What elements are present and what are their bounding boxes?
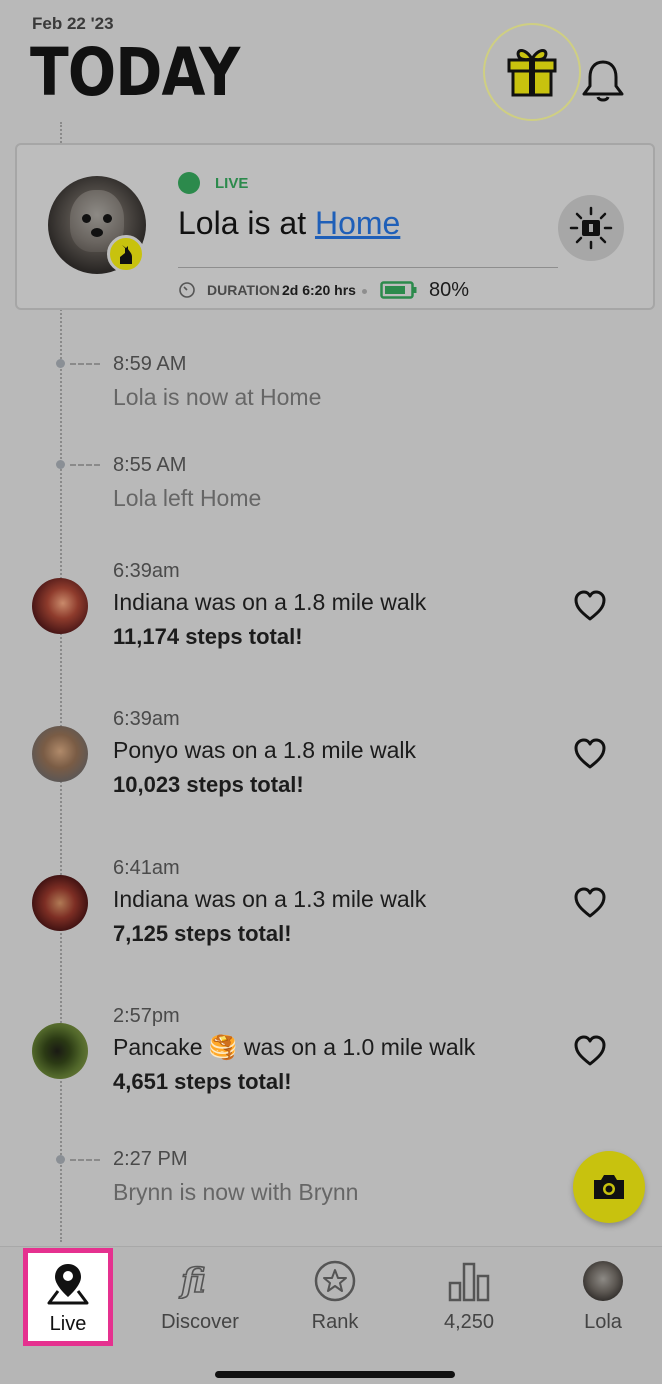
tab-label: Discover <box>161 1311 239 1333</box>
feed-steps: 11,174 steps total! <box>113 624 303 649</box>
feed-steps: 4,651 steps total! <box>113 1069 292 1094</box>
tab-rank[interactable]: Rank <box>280 1247 390 1347</box>
feed-item[interactable]: 6:39am Indiana was on a 1.8 mile walk 11… <box>0 560 662 690</box>
dog-silhouette-icon <box>120 245 132 264</box>
tab-label: Lola <box>584 1311 622 1333</box>
tab-live[interactable]: Live <box>23 1248 113 1346</box>
home-indicator <box>215 1371 455 1378</box>
tab-steps[interactable]: 4,250 <box>414 1247 524 1347</box>
feed-item[interactable]: 2:57pm Pancake 🥞 was on a 1.0 mile walk … <box>0 1005 662 1135</box>
location-line: Lola is at Home <box>178 205 400 242</box>
gift-icon <box>507 49 557 97</box>
tab-profile[interactable]: Lola <box>548 1247 658 1347</box>
feed-item[interactable]: 6:39am Ponyo was on a 1.8 mile walk 10,0… <box>0 708 662 838</box>
gift-button[interactable] <box>483 23 581 121</box>
svg-text:fi: fi <box>178 1261 206 1299</box>
pet-avatar <box>583 1261 623 1301</box>
notifications-button[interactable] <box>578 56 628 106</box>
battery-percentage: 80% <box>429 279 470 301</box>
feed-title: Ponyo was on a 1.8 mile walk <box>113 737 416 763</box>
tracker-light-button[interactable] <box>558 195 624 261</box>
live-indicator <box>178 172 200 194</box>
feed-steps: 7,125 steps total! <box>113 921 292 946</box>
feed-title: Pancake 🥞 was on a 1.0 mile walk <box>113 1034 476 1060</box>
location-prefix: Lola is at <box>178 205 315 241</box>
tab-label: Live <box>49 1313 87 1335</box>
heart-icon[interactable] <box>572 736 608 772</box>
event-time: 2:27 PM <box>113 1148 188 1170</box>
tab-label: 4,250 <box>443 1311 495 1333</box>
bottom-tab-bar: Live fi Discover Rank 4,250 Lola <box>0 1246 662 1384</box>
feed-title: Indiana was on a 1.3 mile walk <box>113 886 427 912</box>
tracker-light-icon <box>569 206 613 250</box>
timeline-dash <box>70 464 100 466</box>
tab-label: Rank <box>311 1311 359 1333</box>
camera-button[interactable] <box>573 1151 645 1223</box>
bell-icon <box>582 60 624 102</box>
heart-icon[interactable] <box>572 1033 608 1069</box>
feed-time: 2:57pm <box>113 1005 180 1027</box>
event-time: 8:59 AM <box>113 353 187 375</box>
map-pin-icon <box>47 1264 89 1305</box>
location-link[interactable]: Home <box>315 205 400 241</box>
feed-time: 6:39am <box>113 708 180 730</box>
timeline-dot <box>56 1155 65 1164</box>
duration-value: 2d 6:20 hrs <box>282 282 356 298</box>
feed-steps: 10,023 steps total! <box>113 772 304 797</box>
feed-time: 6:41am <box>113 857 180 879</box>
feed-item[interactable]: 6:41am Indiana was on a 1.3 mile walk 7,… <box>0 857 662 987</box>
feed-title: Indiana was on a 1.8 mile walk <box>113 589 427 615</box>
feed-avatar[interactable] <box>32 1023 88 1079</box>
camera-icon <box>594 1175 624 1199</box>
dog-badge <box>107 235 145 273</box>
tab-discover[interactable]: fi Discover <box>145 1247 255 1347</box>
separator-dot <box>362 289 367 294</box>
live-label: LIVE <box>215 175 249 192</box>
event-text: Brynn is now with Brynn <box>113 1179 359 1205</box>
battery-icon <box>380 281 417 299</box>
page-title: TODAY <box>30 34 240 111</box>
star-icon <box>314 1260 356 1302</box>
timeline-dash <box>70 363 100 365</box>
event-time: 8:55 AM <box>113 454 187 476</box>
timeline-dot <box>56 359 65 368</box>
feed-time: 6:39am <box>113 560 180 582</box>
event-text: Lola is now at Home <box>113 384 322 410</box>
fi-logo-icon: fi <box>178 1260 207 1299</box>
feed-avatar[interactable] <box>32 875 88 931</box>
event-text: Lola left Home <box>113 485 262 511</box>
heart-icon[interactable] <box>572 885 608 921</box>
timeline-dash <box>70 1159 100 1161</box>
live-status-card[interactable]: LIVE Lola is at Home DURATION 2d 6:20 hr… <box>15 143 655 310</box>
duration-label: DURATION <box>207 282 280 298</box>
feed-avatar[interactable] <box>32 726 88 782</box>
bar-chart-icon <box>448 1262 490 1302</box>
heart-icon[interactable] <box>572 588 608 624</box>
card-divider <box>178 267 558 268</box>
timeline-dot <box>56 460 65 469</box>
clock-icon <box>179 282 195 298</box>
header-date: Feb 22 '23 <box>32 14 114 33</box>
feed-avatar[interactable] <box>32 578 88 634</box>
